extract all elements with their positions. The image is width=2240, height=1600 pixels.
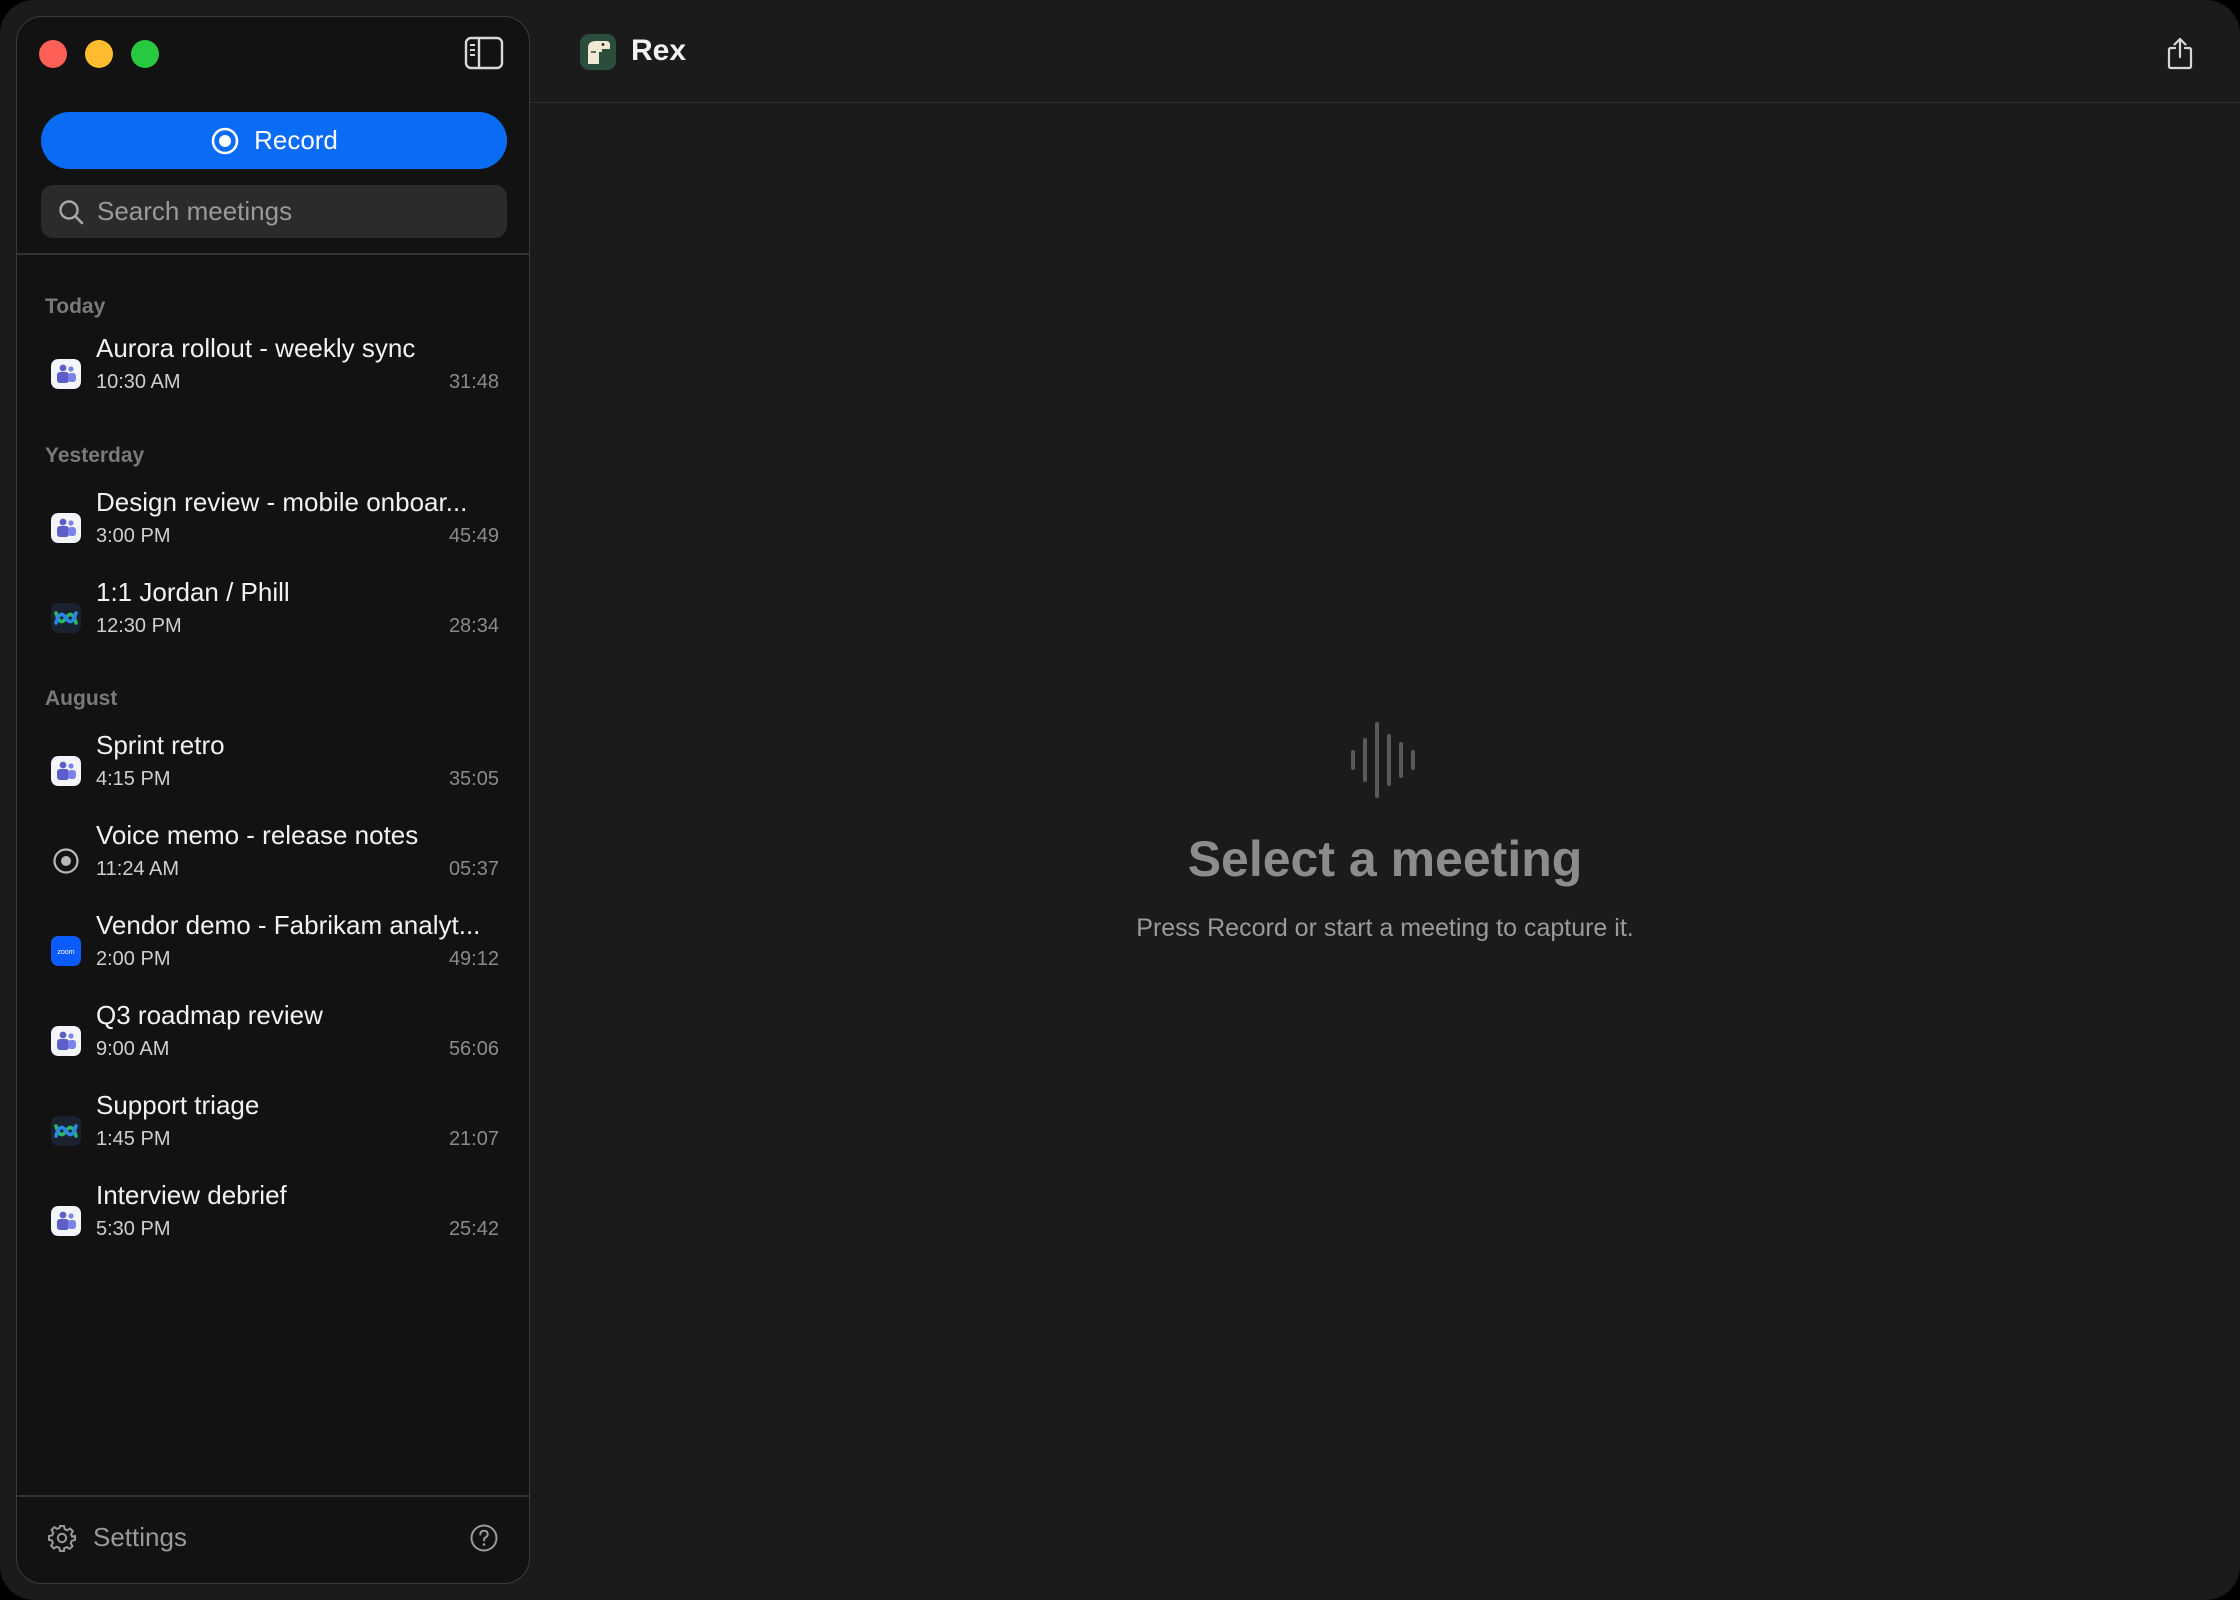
empty-state-subtitle: Press Record or start a meeting to captu…	[1136, 914, 1634, 942]
meeting-title: 1:1 Jordan / Phill	[96, 577, 290, 607]
teams-icon	[51, 756, 81, 786]
share-icon[interactable]	[2164, 36, 2196, 70]
meeting-time: 12:30 PM	[96, 615, 182, 637]
rex-logo-icon	[580, 34, 616, 70]
meeting-item[interactable]: Support triage 1:45 PM 21:07	[17, 1088, 529, 1174]
meeting-time: 9:00 AM	[96, 1038, 170, 1060]
meeting-item[interactable]: Voice memo - release notes 11:24 AM 05:3…	[17, 818, 529, 904]
meeting-item[interactable]: Q3 roadmap review 9:00 AM 56:06	[17, 998, 529, 1084]
zoom-icon: zoom	[51, 936, 81, 966]
teams-icon	[51, 1026, 81, 1056]
meeting-duration: 05:37	[448, 858, 499, 880]
search-icon	[59, 199, 84, 224]
search-field[interactable]	[41, 185, 507, 238]
record-button-label: Record	[254, 125, 338, 155]
sidebar-footer-divider	[17, 1495, 529, 1497]
meeting-duration: 21:07	[448, 1128, 499, 1150]
meeting-title: Support triage	[96, 1090, 260, 1120]
teams-icon	[51, 359, 81, 389]
record-button[interactable]: Record	[41, 112, 507, 169]
meeting-time: 1:45 PM	[96, 1128, 171, 1150]
meeting-time: 2:00 PM	[96, 948, 171, 970]
help-icon[interactable]	[469, 1523, 499, 1553]
meeting-item[interactable]: 1:1 Jordan / Phill 12:30 PM 28:34	[17, 575, 529, 661]
meeting-item[interactable]: zoom Vendor demo - Fabrikam analyt... 2:…	[17, 908, 529, 994]
meeting-duration: 31:48	[448, 371, 499, 393]
teams-icon	[51, 513, 81, 543]
maximize-window-button[interactable]	[131, 40, 159, 68]
meeting-time: 4:15 PM	[96, 768, 171, 790]
group-header-august: August	[45, 687, 118, 710]
zoom-icon-text: zoom	[57, 949, 74, 956]
meeting-title: Voice memo - release notes	[96, 820, 419, 850]
close-window-button[interactable]	[39, 40, 67, 68]
sidebar: Record Today Aurora rollout - we	[16, 16, 530, 1584]
webex-icon	[51, 603, 81, 633]
meeting-title: Design review - mobile onboar...	[96, 487, 468, 517]
meeting-duration: 28:34	[448, 615, 499, 637]
meeting-title: Sprint retro	[96, 730, 225, 760]
meeting-duration: 35:05	[448, 768, 499, 790]
group-header-today: Today	[45, 295, 106, 318]
meeting-time: 11:24 AM	[96, 858, 180, 880]
meeting-item[interactable]: Sprint retro 4:15 PM 35:05	[17, 728, 529, 814]
minimize-window-button[interactable]	[85, 40, 113, 68]
meeting-title: Aurora rollout - weekly sync	[96, 333, 416, 363]
search-input[interactable]	[97, 196, 497, 227]
meeting-duration: 45:49	[448, 525, 499, 547]
meeting-time: 10:30 AM	[96, 371, 181, 393]
empty-state: Select a meeting Press Record or start a…	[530, 700, 2240, 943]
meeting-duration: 56:06	[448, 1038, 499, 1060]
empty-state-title: Select a meeting	[1187, 831, 1583, 887]
meeting-duration: 25:42	[448, 1218, 499, 1240]
record-icon	[211, 127, 239, 154]
sidebar-divider	[17, 253, 529, 255]
settings-button[interactable]: Settings	[47, 1522, 187, 1553]
meeting-title: Q3 roadmap review	[96, 1000, 323, 1030]
app-window: Record Today Aurora rollout - we	[0, 0, 2240, 1600]
meeting-item[interactable]: Design review - mobile onboar... 3:00 PM…	[17, 485, 529, 571]
meeting-item[interactable]: Interview debrief 5:30 PM 25:42	[17, 1178, 529, 1264]
teams-icon	[51, 1206, 81, 1236]
meeting-title: Vendor demo - Fabrikam analyt...	[96, 910, 481, 940]
main-header: Rex	[530, 0, 2240, 103]
settings-label: Settings	[93, 1522, 187, 1552]
meeting-duration: 49:12	[448, 948, 499, 970]
sidebar-toggle-icon[interactable]	[464, 36, 504, 70]
meeting-title: Interview debrief	[96, 1180, 287, 1210]
meeting-time: 5:30 PM	[96, 1218, 171, 1240]
meeting-item[interactable]: Aurora rollout - weekly sync 10:30 AM 31…	[17, 331, 529, 417]
group-header-yesterday: Yesterday	[45, 444, 145, 467]
record-icon	[53, 848, 79, 874]
gear-icon	[48, 1524, 76, 1552]
waveform-icon	[1351, 722, 1415, 798]
meeting-time: 3:00 PM	[96, 525, 171, 547]
app-title: Rex	[631, 34, 687, 67]
webex-icon	[51, 1116, 81, 1146]
